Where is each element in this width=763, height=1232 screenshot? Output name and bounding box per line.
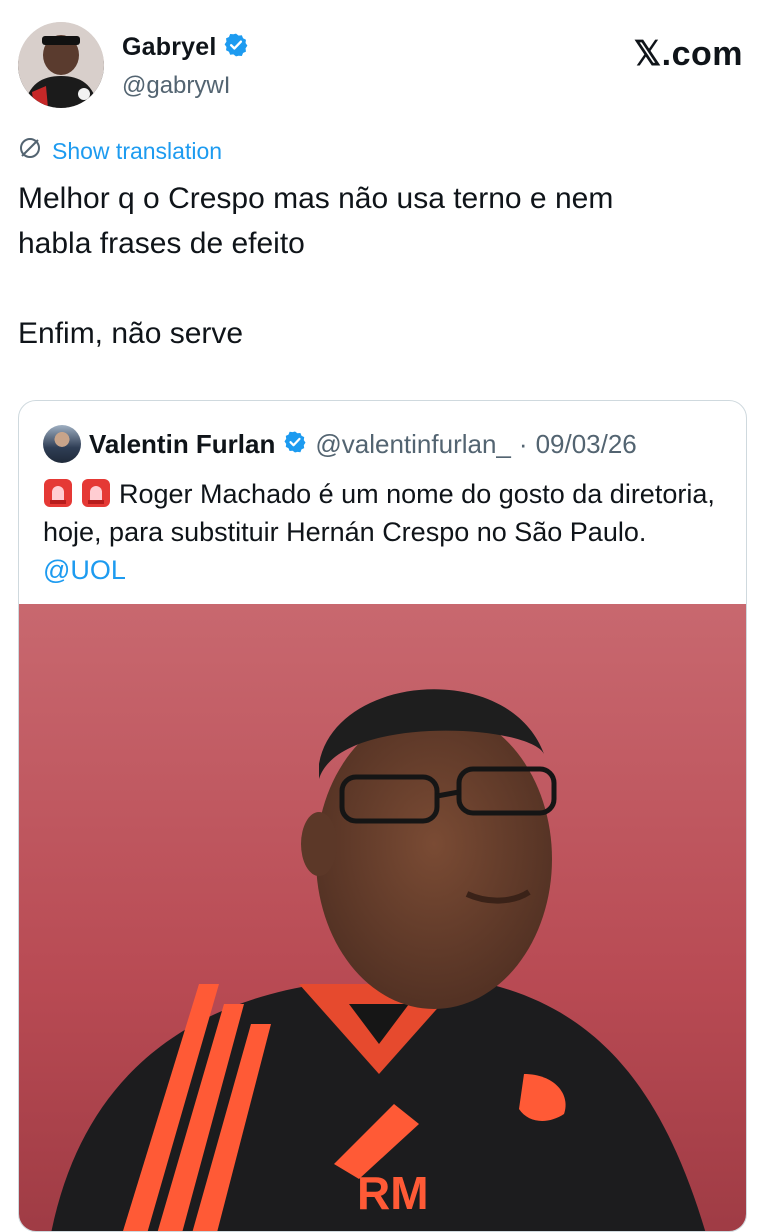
verified-badge-icon [283,430,307,459]
author-handle[interactable]: @gabrywI [122,72,230,100]
globe-slash-icon [18,136,42,166]
quoted-author-avatar[interactable] [43,425,81,463]
photo-monogram: RM [357,1167,429,1219]
quoted-tweet-header: Valentin Furlan @valentinfurlan_ · 09/03… [43,425,637,463]
siren-emoji-icon [43,478,73,508]
quoted-text-body: Roger Machado é um nome do gosto da dire… [43,479,715,547]
author-name[interactable]: Gabryel [122,33,217,62]
tweet-text: Melhor q o Crespo mas não usa terno e ne… [18,182,614,350]
separator-dot: · [518,428,528,459]
quoted-tweet-text: Roger Machado é um nome do gosto da dire… [43,475,733,589]
quoted-tweet-photo[interactable]: RM [19,604,746,1231]
quoted-author-name[interactable]: Valentin Furlan [89,429,275,460]
author-name-row: Gabryel [122,32,249,63]
verified-badge-icon [223,32,249,63]
tweet-header: Gabryel @gabrywI 𝕏.com [18,22,745,112]
author-avatar[interactable] [18,22,104,108]
quoted-author-handle[interactable]: @valentinfurlan_ [315,429,511,460]
show-translation-label[interactable]: Show translation [52,138,222,165]
uol-mention-link[interactable]: @UOL [43,555,126,585]
quoted-tweet[interactable]: Valentin Furlan @valentinfurlan_ · 09/03… [18,400,747,1232]
x-brand-label: 𝕏.com [633,35,743,73]
siren-emoji-icon [81,478,111,508]
quoted-tweet-date[interactable]: 09/03/26 [536,429,637,460]
show-translation-link[interactable]: Show translation [18,136,222,166]
